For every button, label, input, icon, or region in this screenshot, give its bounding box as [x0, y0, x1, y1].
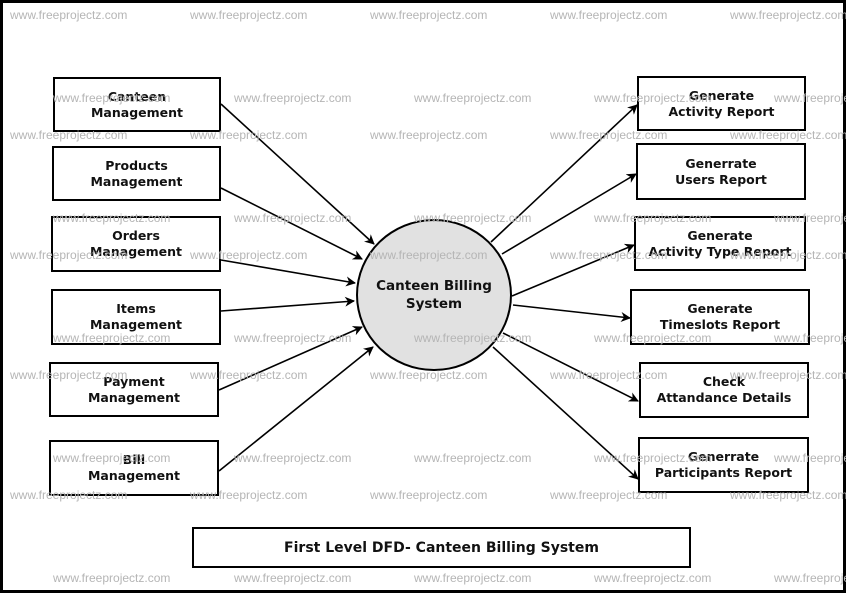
flow-arrow-canteen [220, 103, 375, 245]
entity-label-line2: Management [89, 244, 182, 259]
entity-label-line2: Activity Type Report [648, 243, 792, 259]
entity-label-line1: Payment [103, 373, 165, 389]
flow-arrow-products [220, 187, 363, 260]
flow-arrow-orders [220, 259, 356, 287]
entity-label-line1: Check [702, 374, 746, 389]
process-label-line1: Canteen Billing [376, 278, 492, 294]
flow-arrow-timeslots-report [512, 304, 631, 322]
entity-label-line1: Bill [122, 452, 146, 467]
flow-arrow-activity-report [490, 104, 638, 243]
entity-generate-activity-report: Generate Activity Report [637, 76, 806, 131]
entity-payment-management: Payment Management [49, 362, 219, 417]
entity-label-line1: Canteen [107, 88, 167, 104]
entity-label-line2: Management [90, 173, 183, 189]
entity-label-line1: Generate [688, 87, 755, 103]
flow-arrow-items [220, 296, 355, 312]
flow-arrow-users-report [501, 173, 637, 255]
entity-products-management: Products Management [52, 146, 221, 201]
entity-label-line1: Generate [687, 227, 753, 243]
entity-label-line2: Participants Report [654, 465, 793, 480]
entity-label-line2: Timeslots Report [659, 317, 781, 332]
entity-orders-management: Orders Management [51, 216, 221, 272]
process-label-line2: System [405, 296, 463, 312]
entity-label-line1: Generrate [685, 155, 757, 171]
flow-arrow-attendance [502, 332, 639, 402]
entity-label-line1: Orders [112, 228, 160, 243]
entity-bill-management: Bill Management [49, 440, 219, 496]
entity-canteen-management: Canteen Management [53, 77, 221, 132]
entity-generate-activity-type-report: Generate Activity Type Report [634, 216, 806, 271]
flow-arrow-activity-type-report [511, 243, 635, 297]
central-process-canteen-billing-system: Canteen Billing System [356, 219, 512, 371]
entity-generate-timeslots-report: Generate Timeslots Report [630, 289, 810, 345]
entity-label-line2: Management [89, 317, 182, 332]
entity-generate-participants-report: Generrate Participants Report [638, 437, 809, 493]
diagram-title: First Level DFD- Canteen Billing System [192, 527, 691, 568]
entity-label-line1: Products [105, 157, 168, 173]
flow-arrow-bill [218, 346, 374, 472]
entity-label-line2: Management [87, 389, 180, 405]
entity-label-line1: Generrate [687, 449, 760, 464]
entity-label-line1: Items [116, 301, 156, 316]
entity-check-attendance-details: Check Attandance Details [639, 362, 809, 418]
entity-label-line2: Activity Report [668, 103, 775, 119]
flow-arrow-participants-report [492, 346, 639, 480]
diagram-title-text: First Level DFD- Canteen Billing System [284, 539, 599, 556]
entity-label-line2: Attandance Details [656, 390, 792, 405]
entity-label-line1: Generate [687, 301, 753, 316]
flow-arrow-payment [218, 326, 363, 391]
entity-items-management: Items Management [51, 289, 221, 345]
entity-label-line2: Users Report [675, 171, 767, 187]
entity-generate-users-report: Generrate Users Report [636, 143, 806, 200]
entity-label-line2: Management [87, 468, 180, 483]
entity-label-line2: Management [90, 104, 183, 120]
